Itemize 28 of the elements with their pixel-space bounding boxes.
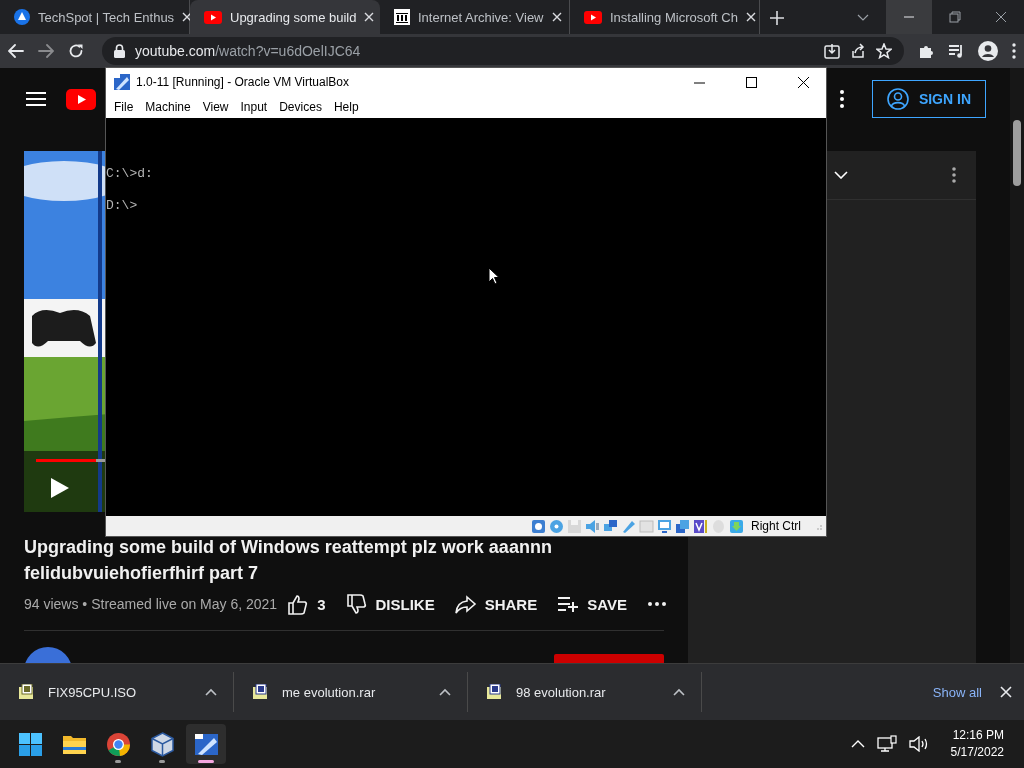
console-line: D:\> [106, 198, 138, 214]
clock-date: 5/17/2022 [950, 744, 1004, 761]
menu-item[interactable]: Help [327, 100, 365, 114]
clock[interactable]: 12:16 PM 5/17/2022 [950, 727, 1004, 761]
host-key-label: Right Ctrl [751, 519, 801, 533]
url-text: youtube.com/watch?v=u6dOelIJC64 [135, 43, 362, 59]
download-item[interactable]: 98 evolution.rar [468, 672, 702, 712]
console-line: C:\>d: [106, 166, 153, 182]
address-bar[interactable]: youtube.com/watch?v=u6dOelIJC64 [102, 37, 904, 65]
save-button[interactable]: SAVE [547, 593, 637, 615]
dislike-button[interactable]: DISLIKE [335, 593, 445, 615]
menu-item[interactable]: File [108, 100, 140, 114]
menu-item[interactable]: Devices [273, 100, 328, 114]
video-title: Upgrading some build of Windows reattempt plz work aaannn felidubvuiehofierfhirf part 7 [24, 536, 553, 585]
download-item[interactable]: FIX95CPU.ISO [0, 672, 234, 712]
menu-item[interactable]: Input [234, 100, 274, 114]
video-stats: 94 views • Streamed live on May 6, 2021 [24, 596, 278, 612]
clock-time: 12:16 PM [952, 727, 1004, 744]
show-all-link[interactable]: Show all [932, 684, 982, 700]
download-item[interactable]: me evolution.rar [234, 672, 468, 712]
sign-in-button[interactable]: SIGN IN [871, 80, 986, 118]
menu-item[interactable]: View [196, 100, 235, 114]
menu-item[interactable]: Machine [139, 100, 197, 114]
share-button[interactable]: SHARE [444, 593, 548, 615]
vm-screen[interactable]: C:\>d: D:\> [106, 118, 826, 516]
like-button[interactable]: 3 [277, 593, 336, 615]
browser-tab[interactable]: Upgrading some build [190, 0, 380, 34]
window-title: 1.0-11 [Running] - Oracle VM VirtualBox [136, 75, 350, 89]
